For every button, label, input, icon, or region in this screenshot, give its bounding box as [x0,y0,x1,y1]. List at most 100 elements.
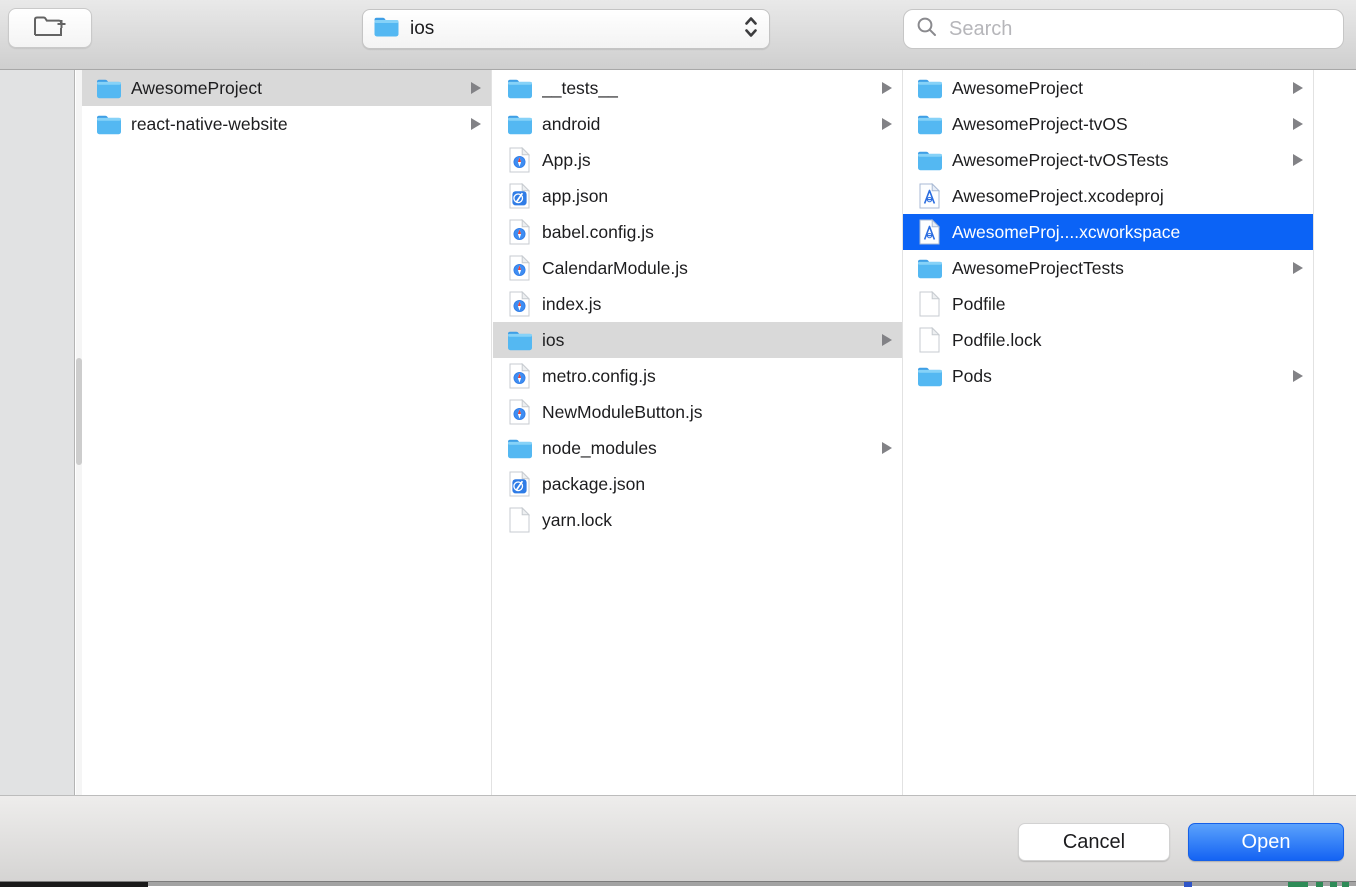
file-name: NewModuleButton.js [542,402,892,423]
cancel-button[interactable]: Cancel [1018,823,1170,861]
file-name: AwesomeProj....xcworkspace [952,222,1303,243]
file-name: package.json [542,474,892,495]
background-window-sliver [0,881,1356,886]
folder-icon [95,75,122,101]
disclosure-triangle-icon [1293,82,1303,94]
document-icon [506,507,533,533]
document-icon [916,327,943,353]
folder-icon [916,111,943,137]
dialog-footer: Cancel Open [0,795,1356,881]
list-item[interactable]: android [493,106,902,142]
column-browser: AwesomeProject react-native-website __te… [0,70,1356,795]
search-field[interactable] [903,9,1344,49]
list-item[interactable]: Podfile.lock [903,322,1313,358]
list-item[interactable]: babel.config.js [493,214,902,250]
folder-icon [916,147,943,173]
folder-icon [916,75,943,101]
xcode-file-icon [916,219,943,245]
disclosure-triangle-icon [882,442,892,454]
list-item[interactable]: AwesomeProject-tvOSTests [903,142,1313,178]
list-item[interactable]: app.json [493,178,902,214]
folder-icon [506,111,533,137]
list-item[interactable]: AwesomeProject [82,70,491,106]
file-name: AwesomeProject [952,78,1287,99]
disclosure-triangle-icon [882,334,892,346]
folder-icon [506,75,533,101]
file-name: Podfile [952,294,1303,315]
list-item[interactable]: ios [493,322,902,358]
open-button[interactable]: Open [1188,823,1344,861]
file-column-2: __tests__ android App.js app.json babel.… [493,70,903,795]
js-file-icon [506,291,533,317]
file-name: babel.config.js [542,222,892,243]
file-name: Pods [952,366,1287,387]
list-item[interactable]: package.json [493,466,902,502]
new-folder-button[interactable] [8,8,92,48]
folder-icon [916,363,943,389]
list-item[interactable]: AwesomeProject-tvOS [903,106,1313,142]
disclosure-triangle-icon [471,82,481,94]
file-name: AwesomeProjectTests [952,258,1287,279]
disclosure-triangle-icon [882,118,892,130]
file-name: AwesomeProject-tvOS [952,114,1287,135]
file-name: AwesomeProject [131,78,465,99]
xcode-file-icon [916,183,943,209]
folder-icon [506,435,533,461]
disclosure-triangle-icon [471,118,481,130]
disclosure-triangle-icon [1293,262,1303,274]
folder-icon [95,111,122,137]
file-name: App.js [542,150,892,171]
file-name: __tests__ [542,78,876,99]
file-name: CalendarModule.js [542,258,892,279]
list-item[interactable]: AwesomeProj....xcworkspace [903,214,1313,250]
file-name: metro.config.js [542,366,892,387]
search-icon [916,16,938,43]
file-column-1: AwesomeProject react-native-website [82,70,492,795]
current-folder-dropdown[interactable]: ios [362,9,770,49]
previous-column-partial [0,70,75,795]
file-name: android [542,114,876,135]
file-column-3: AwesomeProject AwesomeProject-tvOS Aweso… [903,70,1314,795]
open-file-dialog: ios AwesomeProject [0,0,1356,886]
js-file-icon [506,363,533,389]
list-item[interactable]: AwesomeProjectTests [903,250,1313,286]
list-item[interactable]: Pods [903,358,1313,394]
file-name: AwesomeProject-tvOSTests [952,150,1287,171]
list-item[interactable]: CalendarModule.js [493,250,902,286]
new-folder-icon [32,12,68,45]
folder-icon [916,255,943,281]
list-item[interactable]: __tests__ [493,70,902,106]
current-folder-name: ios [410,18,743,40]
file-name: app.json [542,186,892,207]
js-file-icon [506,147,533,173]
disclosure-triangle-icon [1293,370,1303,382]
list-item[interactable]: Podfile [903,286,1313,322]
dialog-toolbar: ios [0,0,1356,70]
list-item[interactable]: AwesomeProject.xcodeproj [903,178,1313,214]
file-name: Podfile.lock [952,330,1303,351]
list-item[interactable]: App.js [493,142,902,178]
folder-icon [373,16,400,43]
file-name: node_modules [542,438,876,459]
js-file-icon [506,399,533,425]
json-file-icon [506,183,533,209]
list-item[interactable]: metro.config.js [493,358,902,394]
list-item[interactable]: node_modules [493,430,902,466]
disclosure-triangle-icon [1293,118,1303,130]
file-name: react-native-website [131,114,465,135]
file-name: AwesomeProject.xcodeproj [952,186,1303,207]
list-item[interactable]: index.js [493,286,902,322]
file-name: yarn.lock [542,510,892,531]
list-item[interactable]: NewModuleButton.js [493,394,902,430]
file-name: index.js [542,294,892,315]
json-file-icon [506,471,533,497]
list-item[interactable]: react-native-website [82,106,491,142]
background-green-segment [1330,882,1337,887]
background-blue-segment [1184,882,1192,887]
search-input[interactable] [947,17,1331,42]
disclosure-triangle-icon [882,82,892,94]
js-file-icon [506,255,533,281]
list-item[interactable]: AwesomeProject [903,70,1313,106]
list-item[interactable]: yarn.lock [493,502,902,538]
file-column-4-empty [1314,70,1356,795]
